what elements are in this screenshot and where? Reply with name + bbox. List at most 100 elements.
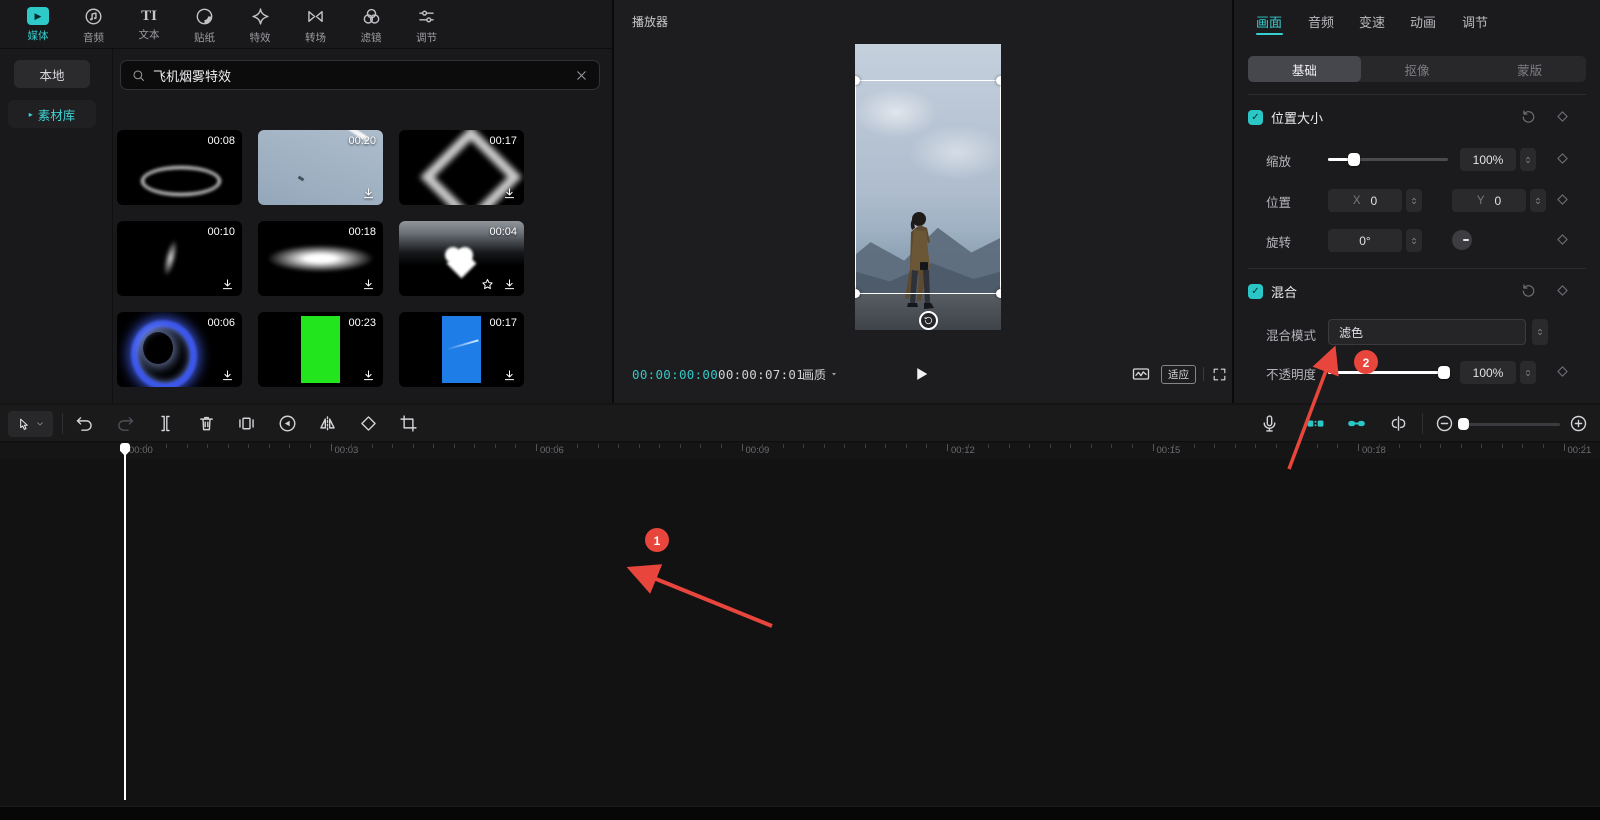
keyframe-icon[interactable] <box>1554 231 1571 248</box>
scale-value[interactable]: 100% <box>1460 148 1516 171</box>
position-y-field[interactable]: Y 0 <box>1452 189 1526 212</box>
split-icon[interactable] <box>155 413 176 434</box>
reset-icon[interactable] <box>1520 108 1537 125</box>
selection-handle-tl[interactable] <box>855 76 860 85</box>
toolbar-item-7[interactable]: 滤镜 <box>344 3 398 47</box>
close-icon[interactable] <box>574 68 589 83</box>
trash-icon[interactable] <box>196 413 217 434</box>
ruler-major-tick <box>536 444 537 451</box>
tab-2[interactable]: 音频 <box>1308 12 1334 31</box>
selection-handle-tr[interactable] <box>996 76 1001 85</box>
rotation-stepper[interactable] <box>1406 229 1422 252</box>
keyframe-icon[interactable] <box>1554 108 1571 125</box>
magnet-icon[interactable] <box>1305 413 1326 434</box>
download-icon[interactable] <box>502 277 517 292</box>
media-tile-smoke-cloud[interactable]: 00:18 <box>258 221 383 296</box>
media-tile-smoke-diamond[interactable]: 00:17 <box>399 130 524 205</box>
keyframe-icon[interactable] <box>1554 363 1571 380</box>
download-icon[interactable] <box>361 368 376 383</box>
toolbar-item-8[interactable]: 调节 <box>400 3 454 47</box>
subtab-3[interactable]: 蒙版 <box>1473 56 1586 82</box>
opacity-slider-knob[interactable] <box>1438 366 1450 379</box>
position-size-checkbox[interactable]: ✓ <box>1248 110 1263 125</box>
toolbar-item-3[interactable]: TI文本 <box>122 3 176 47</box>
timeline-zoom-slider[interactable] <box>1460 423 1560 426</box>
reverse-icon[interactable] <box>277 413 298 434</box>
zoom-in-icon[interactable] <box>1568 413 1589 434</box>
blend-checkbox[interactable]: ✓ <box>1248 284 1263 299</box>
link-icon[interactable] <box>1346 413 1367 434</box>
sidebar-item-local[interactable]: 本地 <box>14 60 90 88</box>
reset-icon[interactable] <box>1520 282 1537 299</box>
search-input[interactable] <box>153 68 567 83</box>
blend-mode-stepper[interactable] <box>1532 319 1548 345</box>
fit-button[interactable]: 适应 <box>1161 365 1196 384</box>
mic-icon[interactable] <box>1259 413 1280 434</box>
download-icon[interactable] <box>220 277 235 292</box>
opacity-stepper[interactable] <box>1520 361 1536 384</box>
redo-icon[interactable] <box>115 413 136 434</box>
blend-title: 混合 <box>1271 282 1297 301</box>
download-icon[interactable] <box>502 186 517 201</box>
rotate-icon[interactable] <box>358 413 379 434</box>
scopes-icon[interactable] <box>1131 364 1151 384</box>
keyframe-icon[interactable] <box>1554 191 1571 208</box>
download-icon[interactable] <box>220 368 235 383</box>
fullscreen-icon[interactable] <box>1211 366 1228 383</box>
subtab-2[interactable]: 抠像 <box>1361 56 1474 82</box>
subtab-1[interactable]: 基础 <box>1248 56 1361 82</box>
media-tile-jet-contrail-sky[interactable]: 00:20 <box>258 130 383 205</box>
media-tile-heart-cloud[interactable]: 00:04 <box>399 221 524 296</box>
crop-icon[interactable] <box>398 413 419 434</box>
toolbar-item-4[interactable]: 贴纸 <box>178 3 232 47</box>
download-icon[interactable] <box>361 186 376 201</box>
download-icon[interactable] <box>361 277 376 292</box>
keyframe-icon[interactable] <box>1554 150 1571 167</box>
position-x-field[interactable]: X 0 <box>1328 189 1402 212</box>
rotate-icon <box>923 315 934 326</box>
toolbar-item-2[interactable]: 音频 <box>67 3 121 47</box>
blend-mode-dropdown[interactable]: 滤色 <box>1328 319 1526 345</box>
tab-1[interactable]: 画面 <box>1256 12 1282 31</box>
rotation-dial[interactable] <box>1452 230 1472 250</box>
media-tile-blue-energy-ring[interactable]: 00:06 <box>117 312 242 387</box>
ruler-minor-tick <box>844 444 845 448</box>
rotate-handle[interactable] <box>919 311 938 330</box>
ruler-minor-tick <box>1132 444 1133 448</box>
media-tile-smoke-ring[interactable]: 00:08 <box>117 130 242 205</box>
selection-handle-br[interactable] <box>996 289 1001 298</box>
select-tool-button[interactable] <box>8 411 53 437</box>
toolbar-item-1[interactable]: ▶媒体 <box>11 3 65 47</box>
toolbar-item-6[interactable]: 转场 <box>289 3 343 47</box>
timeline-zoom-knob[interactable] <box>1458 418 1469 430</box>
mirror-icon[interactable] <box>317 413 338 434</box>
opacity-slider[interactable] <box>1328 371 1448 374</box>
scale-stepper[interactable] <box>1520 148 1536 171</box>
sidebar-item-library[interactable]: ▸素材库 <box>8 100 96 128</box>
selection-bounding-box[interactable] <box>855 80 1001 294</box>
keyframe-icon[interactable] <box>1554 282 1571 299</box>
timeline-ruler[interactable]: 00:0000:0300:0600:0900:1200:1500:1800:21 <box>0 443 1600 459</box>
play-button[interactable] <box>911 364 931 384</box>
star-icon[interactable] <box>480 277 495 292</box>
preview-axis-icon[interactable] <box>1388 413 1409 434</box>
opacity-value[interactable]: 100% <box>1460 361 1516 384</box>
scale-slider[interactable] <box>1328 158 1448 161</box>
download-icon[interactable] <box>502 368 517 383</box>
freeze-icon[interactable] <box>236 413 257 434</box>
tab-5[interactable]: 调节 <box>1462 12 1488 31</box>
position-y-stepper[interactable] <box>1530 189 1546 212</box>
quality-dropdown[interactable]: 画质 <box>802 366 839 383</box>
position-x-stepper[interactable] <box>1406 189 1422 212</box>
media-tile-green-screen[interactable]: 00:23 <box>258 312 383 387</box>
toolbar-item-5[interactable]: 特效 <box>233 3 287 47</box>
media-tile-blue-screen[interactable]: 00:17 <box>399 312 524 387</box>
rotation-value[interactable]: 0° <box>1328 229 1402 252</box>
tab-4[interactable]: 动画 <box>1410 12 1436 31</box>
tab-3[interactable]: 变速 <box>1359 12 1385 31</box>
undo-icon[interactable] <box>74 413 95 434</box>
video-preview[interactable] <box>855 44 1001 330</box>
media-tile-smoke-wisp[interactable]: 00:10 <box>117 221 242 296</box>
scale-slider-knob[interactable] <box>1348 153 1360 166</box>
zoom-out-icon[interactable] <box>1434 413 1455 434</box>
